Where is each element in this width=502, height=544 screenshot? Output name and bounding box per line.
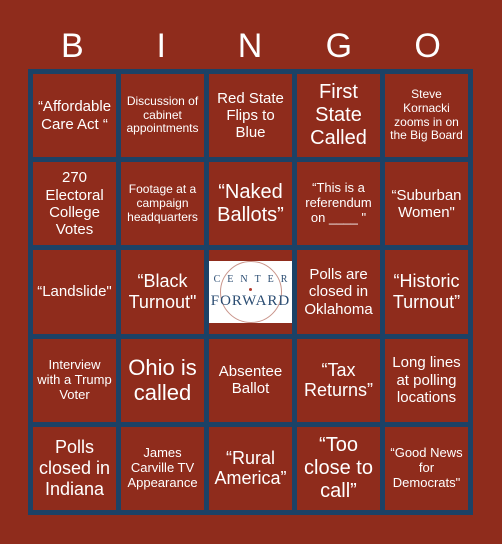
bingo-cell[interactable]: “Naked Ballots” [209, 162, 292, 246]
cell-text: “Too close to call” [304, 433, 373, 502]
bingo-cell[interactable]: Discussion of cabinet appointments [121, 74, 204, 158]
cell-text: “Landslide" [37, 283, 112, 301]
cell-text: “Historic Turnout” [392, 271, 461, 312]
cell-text: “Black Turnout" [128, 271, 197, 312]
bingo-board: “Affordable Care Act “ Discussion of cab… [28, 69, 473, 515]
cell-text: Steve Kornacki zooms in on the Big Board [390, 87, 463, 143]
cell-text: Long lines at polling locations [392, 354, 461, 406]
cell-text: Polls are closed in Oklahoma [304, 266, 373, 318]
header-letter-i: I [156, 27, 166, 65]
bingo-cell[interactable]: Red State Flips to Blue [209, 74, 292, 158]
bingo-cell[interactable]: Ohio is called [121, 338, 204, 422]
bingo-cell[interactable]: “Affordable Care Act “ [33, 74, 116, 158]
header-letter-g: G [325, 27, 353, 65]
center-forward-logo: CENTER FORWARD [209, 260, 292, 323]
logo-bottom-text: FORWARD [210, 292, 291, 309]
cell-text: Interview with a Trump Voter [37, 356, 112, 402]
header-letter-o: O [414, 27, 441, 65]
bingo-cell[interactable]: “Tax Returns” [297, 338, 380, 422]
cell-text: Discussion of cabinet appointments [126, 93, 199, 136]
bingo-cell[interactable]: “Rural America” [209, 426, 292, 510]
cell-text: First State Called [310, 81, 367, 150]
bingo-cell[interactable]: Absentee Ballot [209, 338, 292, 422]
cell-text: “Rural America” [214, 447, 287, 489]
free-space[interactable]: CENTER FORWARD [209, 250, 292, 334]
cell-text: “Suburban Women" [391, 186, 462, 221]
header-letter-b: B [61, 27, 84, 65]
bingo-cell[interactable]: James Carville TV Appearance [121, 426, 204, 510]
bingo-cell[interactable]: “Suburban Women" [385, 162, 468, 246]
header-letter-n: N [237, 27, 263, 65]
cell-text: Ohio is called [128, 354, 197, 406]
bingo-cell[interactable]: 270 Electoral College Votes [33, 162, 116, 246]
bingo-cell[interactable]: Interview with a Trump Voter [33, 338, 116, 422]
cell-text: James Carville TV Appearance [127, 444, 198, 490]
bingo-cell[interactable]: First State Called [297, 74, 380, 158]
bingo-cell[interactable]: “This is a referendum on ____ " [297, 162, 380, 246]
cell-text: Absentee Ballot [218, 362, 283, 398]
bingo-cell[interactable]: “Historic Turnout” [385, 250, 468, 334]
bingo-cell[interactable]: Polls are closed in Oklahoma [297, 250, 380, 334]
bingo-cell[interactable]: “Landslide" [33, 250, 116, 334]
cell-text: Polls closed in Indiana [38, 437, 111, 499]
bingo-cell[interactable]: “Black Turnout" [121, 250, 204, 334]
cell-text: “Tax Returns” [303, 359, 374, 401]
cell-text: Red State Flips to Blue [217, 89, 284, 142]
cell-text: Footage at a campaign headquarters [127, 182, 198, 224]
cell-text: “Naked Ballots” [217, 180, 284, 226]
cell-text: 270 Electoral College Votes [45, 169, 104, 239]
bingo-header: B I N G O [28, 26, 472, 66]
cell-text: “This is a referendum on ____ " [305, 180, 372, 226]
bingo-cell[interactable]: Steve Kornacki zooms in on the Big Board [385, 74, 468, 158]
bingo-cell[interactable]: “Good News for Democrats" [385, 426, 468, 510]
cell-text: “Affordable Care Act “ [37, 98, 112, 133]
bingo-cell[interactable]: “Too close to call” [297, 426, 380, 510]
bingo-cell[interactable]: Polls closed in Indiana [33, 426, 116, 510]
logo-dot-icon [249, 287, 252, 291]
logo-top-text: CENTER [213, 274, 292, 286]
cell-text: “Good News for Democrats" [390, 444, 463, 490]
bingo-cell[interactable]: Long lines at polling locations [385, 338, 468, 422]
bingo-cell[interactable]: Footage at a campaign headquarters [121, 162, 204, 246]
